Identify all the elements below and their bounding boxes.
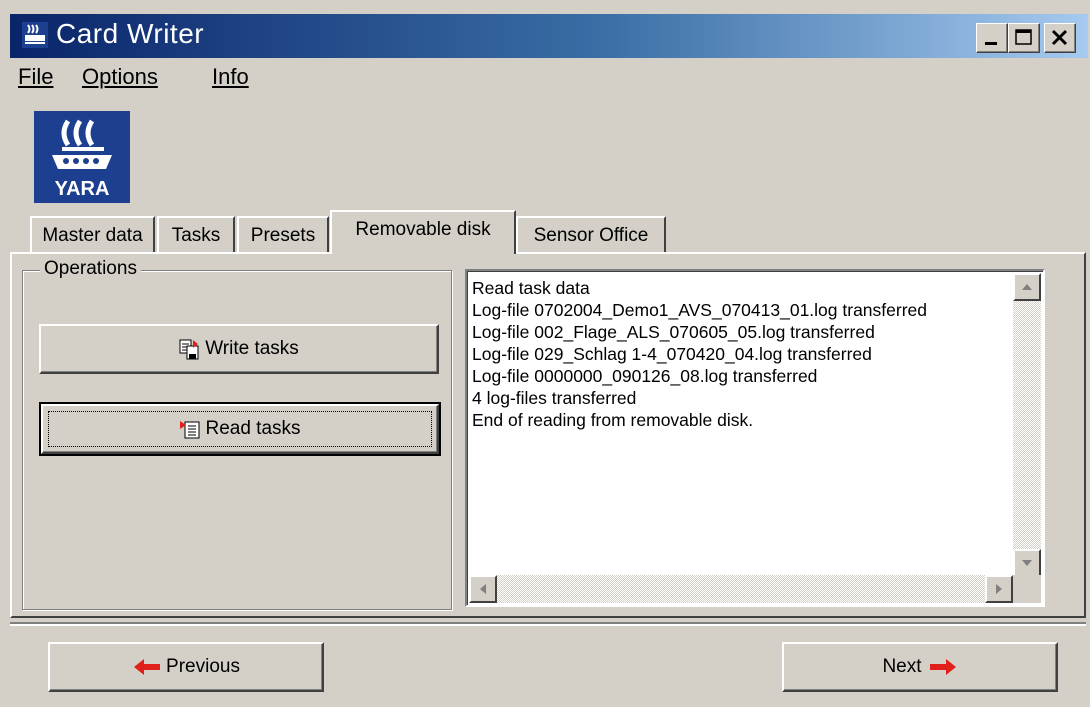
logo-text: YARA xyxy=(55,178,110,200)
tab-sensor-office-label: Sensor Office xyxy=(533,225,649,246)
write-tasks-icon xyxy=(179,338,201,360)
tab-removable-disk[interactable]: Removable disk xyxy=(330,210,516,254)
tab-master-data[interactable]: Master data xyxy=(30,216,155,254)
tab-master-data-label: Master data xyxy=(42,225,143,246)
scroll-left-button[interactable] xyxy=(469,575,497,603)
menu-info[interactable]: Info xyxy=(212,64,249,90)
log-textarea[interactable]: Read task data Log-file 0702004_Demo1_AV… xyxy=(465,269,1045,607)
next-label: Next xyxy=(882,656,922,677)
previous-button[interactable]: Previous xyxy=(48,642,324,692)
window-title: Card Writer xyxy=(56,18,205,49)
read-tasks-button[interactable]: Read tasks xyxy=(39,402,441,456)
yara-logo: YARA xyxy=(34,111,130,203)
menu-options[interactable]: Options xyxy=(82,64,158,90)
previous-label: Previous xyxy=(166,656,240,677)
maximize-icon xyxy=(1015,29,1032,45)
arrow-down-icon xyxy=(1022,560,1032,566)
menu-options-label: Options xyxy=(82,64,158,89)
arrow-right-red-icon xyxy=(928,656,958,678)
log-line: End of reading from removable disk. xyxy=(472,410,754,430)
log-line: Read task data xyxy=(472,278,590,298)
log-line: 4 log-files transferred xyxy=(472,388,637,408)
scroll-down-button[interactable] xyxy=(1013,549,1041,577)
log-lines: Read task data Log-file 0702004_Demo1_AV… xyxy=(472,277,927,431)
vertical-scrollbar[interactable] xyxy=(1013,273,1041,577)
write-tasks-button[interactable]: Write tasks xyxy=(39,324,439,374)
title-bar[interactable]: Card Writer xyxy=(10,14,1088,58)
close-button[interactable] xyxy=(1044,23,1076,53)
tab-tasks-label: Tasks xyxy=(171,225,221,246)
arrow-up-icon xyxy=(1022,284,1032,290)
menu-info-label: Info xyxy=(212,64,249,89)
app-icon xyxy=(22,22,48,48)
horizontal-scrollbar[interactable] xyxy=(469,575,1013,603)
next-button[interactable]: Next xyxy=(782,642,1058,692)
tab-tasks[interactable]: Tasks xyxy=(157,216,235,254)
write-tasks-label: Write tasks xyxy=(205,338,299,359)
log-line: Log-file 029_Schlag 1-4_070420_04.log tr… xyxy=(472,344,872,364)
scroll-up-button[interactable] xyxy=(1013,273,1041,301)
tab-sensor-office[interactable]: Sensor Office xyxy=(516,216,666,254)
log-line: Log-file 0000000_090126_08.log transferr… xyxy=(472,366,818,386)
scrollbar-corner xyxy=(1013,575,1041,603)
arrow-left-red-icon xyxy=(132,656,162,678)
card-writer-window: Card Writer File Options Info YARA Maste… xyxy=(0,0,1090,707)
minimize-button[interactable] xyxy=(976,23,1008,53)
footer-separator xyxy=(10,622,1086,626)
scroll-right-button[interactable] xyxy=(985,575,1013,603)
operations-legend: Operations xyxy=(40,258,141,280)
focus-rectangle xyxy=(48,411,432,447)
log-line: Log-file 002_Flage_ALS_070605_05.log tra… xyxy=(472,322,875,342)
arrow-right-icon xyxy=(996,584,1002,594)
close-icon xyxy=(1051,29,1068,46)
menu-file[interactable]: File xyxy=(18,64,53,90)
tab-removable-disk-label: Removable disk xyxy=(355,219,491,240)
minimize-icon xyxy=(985,42,997,45)
arrow-left-icon xyxy=(480,584,486,594)
log-line: Log-file 0702004_Demo1_AVS_070413_01.log… xyxy=(472,300,928,320)
maximize-button[interactable] xyxy=(1008,23,1040,53)
tab-presets[interactable]: Presets xyxy=(237,216,329,254)
tab-presets-label: Presets xyxy=(250,225,316,246)
menu-file-label: File xyxy=(18,64,54,89)
